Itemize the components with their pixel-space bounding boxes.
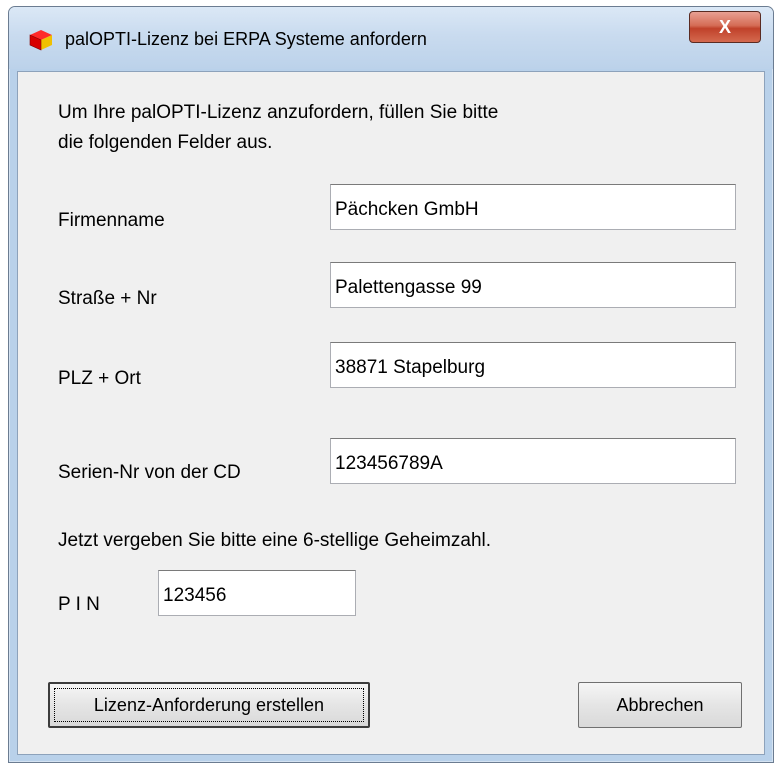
cancel-button[interactable]: Abbrechen <box>578 682 742 728</box>
firmenname-input[interactable] <box>330 184 736 230</box>
create-license-request-button[interactable]: Lizenz-Anforderung erstellen <box>48 682 370 728</box>
serien-nr-label: Serien-Nr von der CD <box>58 462 241 483</box>
close-button[interactable]: X <box>689 11 761 43</box>
window-title: palOPTI-Lizenz bei ERPA Systeme anforder… <box>65 29 427 49</box>
intro-line-1: Um Ihre palOPTI-Lizenz anzufordern, füll… <box>58 102 499 123</box>
cancel-button-label: Abbrechen <box>616 694 704 715</box>
intro-line-2: die folgenden Felder aus. <box>58 132 273 153</box>
strasse-input[interactable] <box>330 262 736 308</box>
intro-text: Um Ihre palOPTI-Lizenz anzufordern, füll… <box>58 98 698 158</box>
firmenname-label: Firmenname <box>58 210 165 231</box>
serien-nr-input[interactable] <box>330 438 736 484</box>
focus-rectangle <box>54 688 364 722</box>
pin-label: P I N <box>58 594 100 615</box>
plz-ort-input[interactable] <box>330 342 736 388</box>
pin-input[interactable] <box>158 570 356 616</box>
cube-app-icon <box>29 29 53 51</box>
license-request-dialog: palOPTI-Lizenz bei ERPA Systeme anforder… <box>8 6 774 763</box>
strasse-label: Straße + Nr <box>58 288 157 309</box>
plz-ort-label: PLZ + Ort <box>58 368 141 389</box>
title-bar[interactable]: palOPTI-Lizenz bei ERPA Systeme anforder… <box>9 7 773 69</box>
dialog-content: Um Ihre palOPTI-Lizenz anzufordern, füll… <box>17 71 765 755</box>
pin-prompt: Jetzt vergeben Sie bitte eine 6-stellige… <box>58 530 492 551</box>
close-icon: X <box>718 16 731 37</box>
